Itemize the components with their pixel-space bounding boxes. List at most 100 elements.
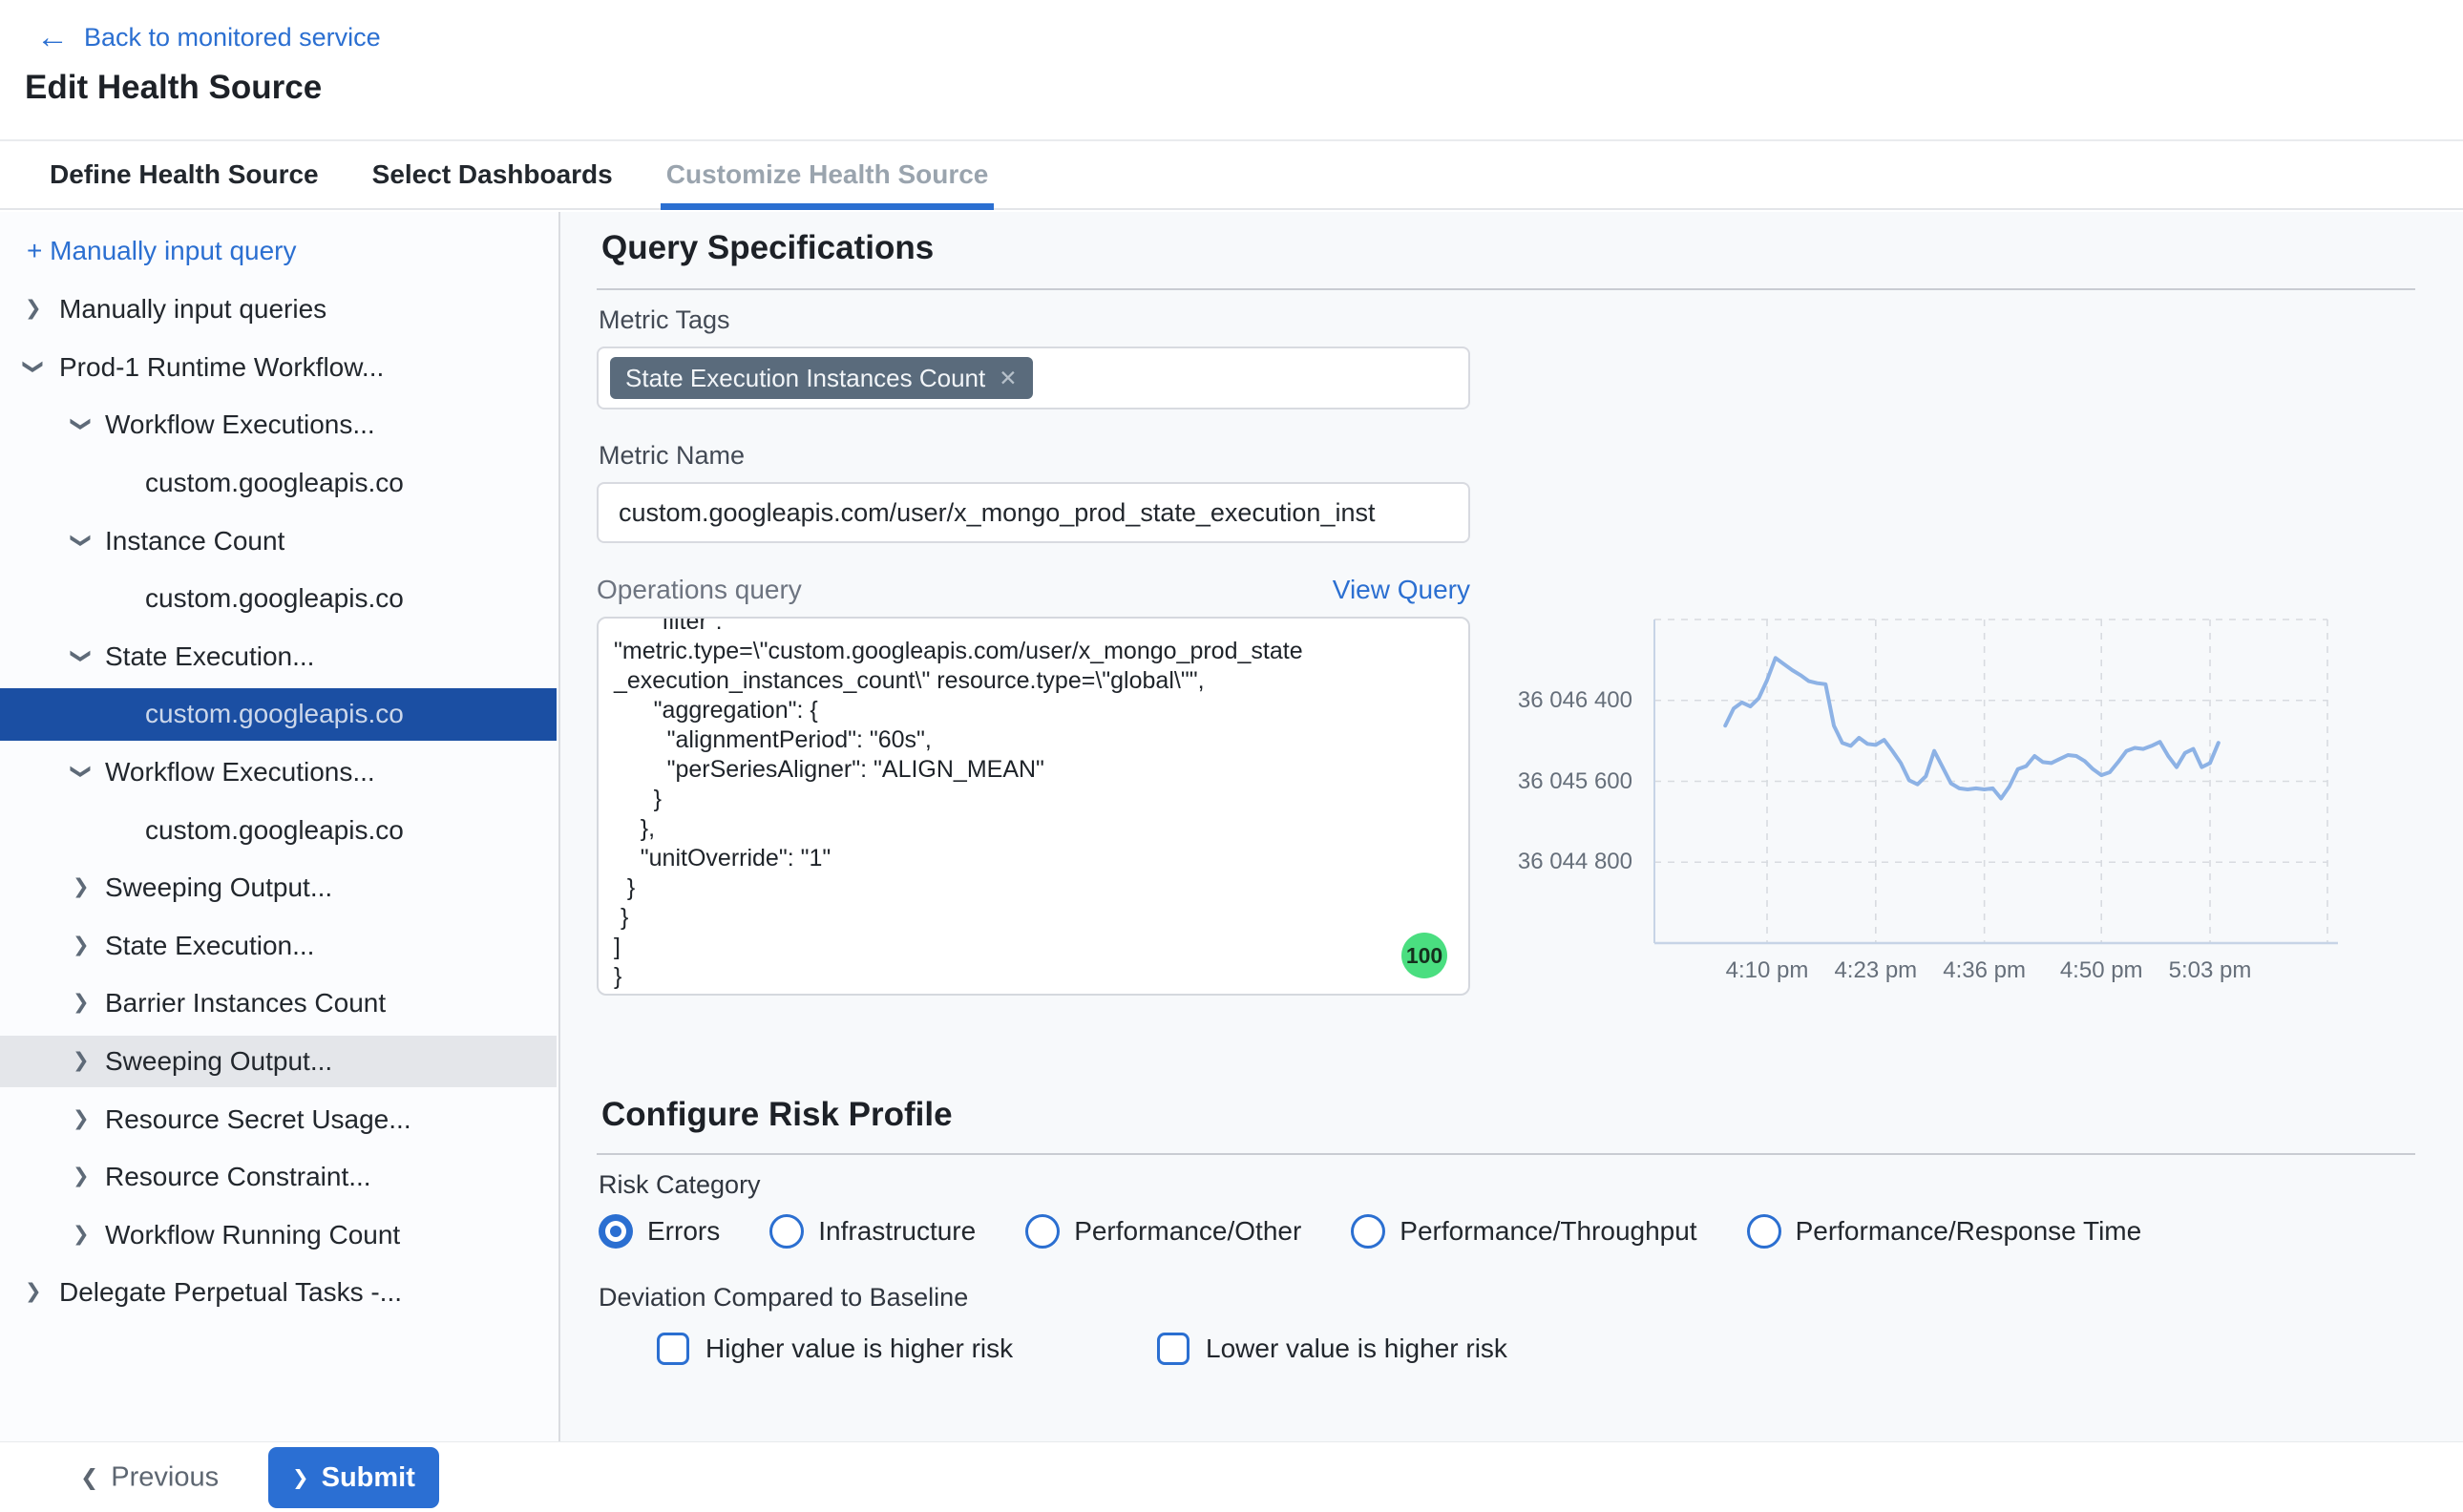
records-count-badge: 100: [1401, 933, 1447, 978]
risk-category-option[interactable]: Performance/Response Time: [1747, 1214, 2142, 1249]
checkbox-unchecked-icon[interactable]: [1157, 1333, 1189, 1365]
tree-item[interactable]: ❯Workflow Executions...: [0, 744, 557, 802]
risk-category-option[interactable]: Performance/Other: [1025, 1214, 1301, 1249]
tree-item[interactable]: ❯Resource Secret Usage...: [0, 1090, 557, 1148]
tree-item[interactable]: ❯ Prod-1 Runtime Workflow...: [0, 339, 557, 397]
metric-series-line: [1725, 658, 2219, 798]
chevron-right-icon[interactable]: ❯: [25, 1282, 42, 1302]
radio-unselected-icon[interactable]: [769, 1214, 804, 1249]
chevron-right-icon[interactable]: ❯: [73, 1051, 90, 1071]
tree-item[interactable]: custom.googleapis.co: [0, 570, 557, 628]
radio-unselected-icon[interactable]: [1351, 1214, 1385, 1249]
radio-inner-ring: [605, 1221, 626, 1242]
tree-item[interactable]: custom.googleapis.co: [0, 454, 557, 513]
previous-button[interactable]: ❮ Previous: [80, 1461, 219, 1493]
query-specifications-title: Query Specifications: [601, 229, 934, 267]
tree-item[interactable]: ❯Manually input queries: [0, 281, 557, 339]
tree-item[interactable]: ❯ Sweeping Output...: [0, 1033, 557, 1091]
chevron-right-icon[interactable]: ❯: [73, 934, 90, 955]
y-axis-tick-label: 36 045 600: [1508, 767, 1632, 796]
metrics-sidebar: + Manually input query ❯Manually input q…: [0, 212, 560, 1441]
tree-item-label: custom.googleapis.co: [145, 468, 404, 498]
tree-item-label: State Execution...: [105, 641, 314, 672]
risk-category-option[interactable]: Performance/Throughput: [1351, 1214, 1696, 1249]
back-link-label: Back to monitored service: [84, 23, 381, 52]
metric-tags-label: Metric Tags: [599, 305, 730, 335]
risk-category-option-label: Errors: [647, 1216, 720, 1247]
chevron-down-icon[interactable]: ❯: [71, 532, 91, 549]
deviation-option[interactable]: Higher value is higher risk: [657, 1333, 1013, 1365]
risk-category-option[interactable]: Infrastructure: [769, 1214, 976, 1249]
remove-tag-icon[interactable]: ✕: [999, 366, 1017, 391]
metric-name-input[interactable]: custom.googleapis.com/user/x_mongo_prod_…: [597, 482, 1470, 543]
tree-item[interactable]: ❯ State Execution...: [0, 628, 557, 686]
tab-define-health-source[interactable]: Define Health Source: [48, 141, 321, 208]
chevron-down-icon[interactable]: ❯: [23, 358, 43, 375]
tree-item[interactable]: ❯Barrier Instances Count: [0, 975, 557, 1033]
x-axis-tick-label: 4:36 pm: [1918, 956, 2052, 985]
deviation-checkbox-group: Higher value is higher risk Lower value i…: [599, 1333, 1935, 1375]
risk-category-option-label: Performance/Response Time: [1796, 1216, 2142, 1247]
chevron-right-icon[interactable]: ❯: [73, 993, 90, 1013]
radio-selected-icon[interactable]: [599, 1214, 633, 1249]
risk-category-radio-group: Errors Infrastructure Performance/Other Per…: [599, 1210, 2141, 1252]
radio-unselected-icon[interactable]: [1025, 1214, 1060, 1249]
tree-item[interactable]: custom.googleapis.co: [0, 801, 557, 859]
chevron-down-icon[interactable]: ❯: [71, 763, 91, 780]
x-axis-tick-label: 5:03 pm: [2143, 956, 2277, 985]
tree-item[interactable]: ❯Resource Constraint...: [0, 1148, 557, 1207]
back-arrow-icon: ←: [36, 21, 69, 53]
metrics-tree: ❯Manually input queries❯Prod-1 Runtime W…: [0, 281, 557, 1322]
tree-item[interactable]: custom.googleapis.co: [0, 685, 557, 744]
tab-select-dashboards[interactable]: Select Dashboards: [370, 141, 615, 208]
footer-bar: ❮ Previous ❯ Submit: [0, 1441, 2463, 1512]
tree-item[interactable]: ❯Workflow Executions...: [0, 396, 557, 454]
deviation-label: Deviation Compared to Baseline: [599, 1283, 968, 1312]
risk-category-option-label: Infrastructure: [818, 1216, 976, 1247]
tree-item-label: Sweeping Output...: [105, 1046, 332, 1077]
tree-item[interactable]: ❯ Delegate Perpetual Tasks -...: [0, 1264, 557, 1322]
metric-tag-chip[interactable]: State Execution Instances Count ✕: [610, 357, 1033, 399]
tab-customize-health-source[interactable]: Customize Health Source: [664, 141, 991, 208]
chevron-left-icon: ❮: [80, 1466, 98, 1488]
chevron-right-icon[interactable]: ❯: [25, 299, 42, 319]
chevron-right-icon[interactable]: ❯: [73, 1108, 90, 1128]
metric-tags-input[interactable]: State Execution Instances Count ✕: [597, 346, 1470, 410]
tree-item[interactable]: ❯Instance Count: [0, 512, 557, 570]
metric-tag-chip-label: State Execution Instances Count: [625, 364, 985, 393]
checkbox-unchecked-icon[interactable]: [657, 1333, 689, 1365]
tree-item-label: Prod-1 Runtime Workflow...: [59, 352, 384, 383]
tree-item[interactable]: ❯State Execution...: [0, 917, 557, 976]
metric-name-label: Metric Name: [599, 441, 745, 471]
deviation-option-label: Lower value is higher risk: [1206, 1334, 1507, 1364]
main-panel: Query Specifications Metric Tags State E…: [560, 212, 2463, 1441]
chevron-down-icon[interactable]: ❯: [71, 416, 91, 433]
tree-item-label: custom.googleapis.co: [145, 815, 404, 846]
chevron-down-icon[interactable]: ❯: [71, 647, 91, 664]
chevron-right-icon: ❯: [292, 1468, 309, 1488]
section-divider: [597, 1153, 2415, 1155]
deviation-option[interactable]: Lower value is higher risk: [1157, 1333, 1507, 1365]
chevron-right-icon[interactable]: ❯: [73, 1166, 90, 1186]
add-manual-query-button[interactable]: + Manually input query: [27, 236, 297, 266]
view-query-link[interactable]: View Query: [1333, 575, 1470, 605]
risk-category-option-label: Performance/Other: [1074, 1216, 1301, 1247]
operations-query-label: Operations query: [597, 575, 802, 605]
section-divider: [597, 288, 2415, 290]
risk-category-option[interactable]: Errors: [599, 1214, 720, 1249]
tree-item[interactable]: ❯Sweeping Output...: [0, 859, 557, 917]
submit-button[interactable]: ❯ Submit: [268, 1447, 439, 1508]
radio-unselected-icon[interactable]: [1747, 1214, 1781, 1249]
risk-category-label: Risk Category: [599, 1170, 761, 1200]
y-axis-tick-label: 36 044 800: [1508, 848, 1632, 876]
tree-item[interactable]: ❯ Workflow Running Count: [0, 1207, 557, 1265]
radio-core-dot: [610, 1226, 621, 1237]
operations-query-textarea[interactable]: "filter": "metric.type=\"custom.googleap…: [597, 617, 1470, 996]
page-title: Edit Health Source: [25, 69, 322, 107]
tree-item-label: Workflow Running Count: [105, 1220, 400, 1250]
chevron-right-icon[interactable]: ❯: [73, 1224, 90, 1244]
back-to-monitored-service-link[interactable]: ← Back to monitored service: [36, 21, 381, 53]
chevron-right-icon[interactable]: ❯: [73, 877, 90, 897]
y-axis-tick-label: 36 046 400: [1508, 686, 1632, 715]
tree-item-label: Delegate Perpetual Tasks -...: [59, 1277, 402, 1308]
